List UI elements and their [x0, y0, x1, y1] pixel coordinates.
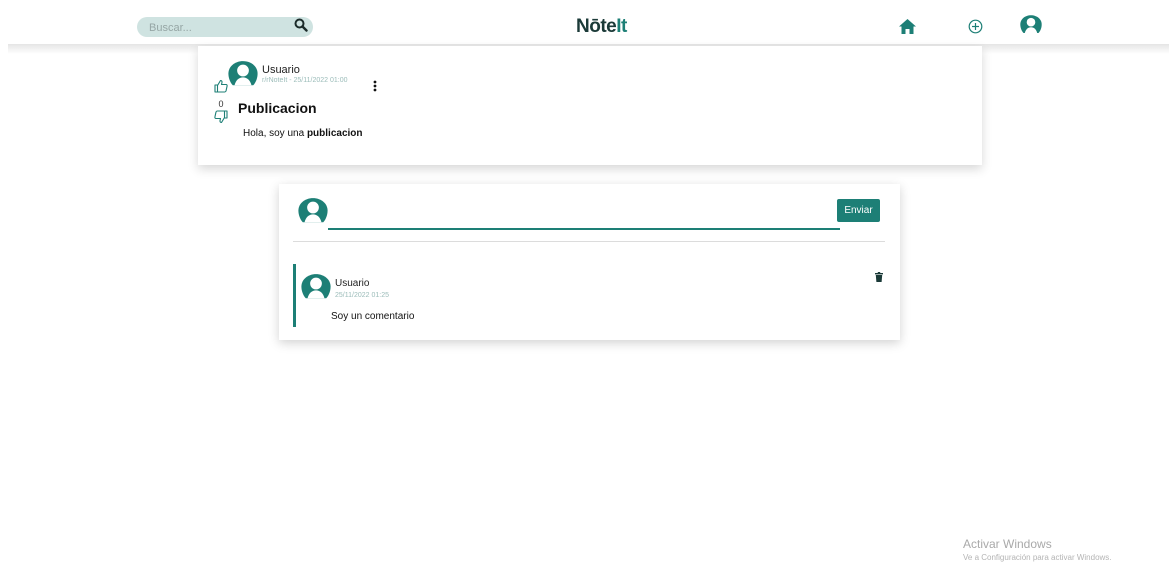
thumbs-down-icon[interactable] — [212, 110, 230, 129]
windows-activation-subtitle: Ve a Configuración para activar Windows. — [963, 553, 1112, 562]
search-bar[interactable] — [137, 17, 313, 37]
delete-comment-icon[interactable] — [875, 269, 883, 287]
add-circle-icon[interactable] — [968, 19, 983, 39]
post-body-bold: publicacion — [306, 128, 363, 139]
home-icon[interactable] — [899, 19, 916, 39]
search-icon[interactable] — [294, 18, 308, 37]
comment-author-avatar[interactable] — [301, 273, 331, 304]
top-navbar: NōteIt — [0, 0, 1169, 44]
post-author-name[interactable]: Usuario — [262, 64, 300, 76]
vote-count: 0 — [218, 99, 224, 109]
post-meta: r/rNoteIt - 25/11/2022 01:00 — [262, 77, 348, 84]
comment-input[interactable] — [328, 202, 840, 230]
user-avatar-icon[interactable] — [1020, 15, 1042, 38]
comments-card: Enviar Usuario 25/11/2022 01:25 Soy un c… — [279, 184, 900, 340]
search-input[interactable] — [147, 19, 291, 37]
post-body-text: Hola, soy una — [243, 128, 307, 139]
comment-text: Soy un comentario — [331, 311, 415, 322]
comment-item: Usuario 25/11/2022 01:25 Soy un comentar… — [293, 264, 885, 327]
logo-accent-text: It — [616, 16, 627, 37]
current-user-avatar — [298, 197, 328, 228]
logo-main-text: Nōte — [576, 16, 617, 37]
post-author-avatar[interactable] — [228, 60, 258, 91]
divider — [293, 241, 885, 242]
more-options-icon[interactable] — [373, 79, 377, 97]
comment-author-name[interactable]: Usuario — [335, 278, 369, 289]
windows-activation-title: Activar Windows — [963, 537, 1052, 551]
comment-timestamp: 25/11/2022 01:25 — [335, 292, 389, 299]
post-body: Hola, soy una publicacion — [243, 128, 363, 139]
app-logo[interactable]: NōteIt — [576, 16, 627, 38]
post-title: Publicacion — [238, 100, 317, 116]
post-card: 0 Usuario r/rNoteIt - 25/11/2022 01:00 P… — [198, 46, 982, 165]
send-comment-button[interactable]: Enviar — [837, 199, 880, 222]
